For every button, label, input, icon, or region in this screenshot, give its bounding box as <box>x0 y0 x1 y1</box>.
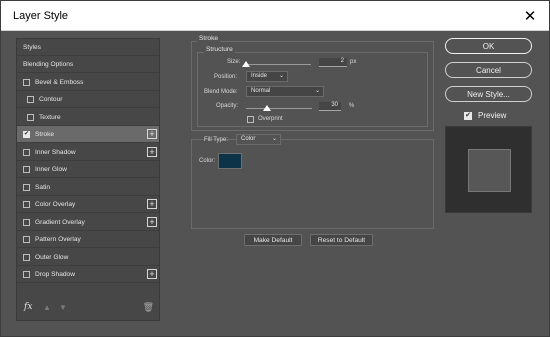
size-input[interactable]: 2 <box>319 58 347 67</box>
reset-default-button[interactable]: Reset to Default <box>310 234 373 246</box>
styles-header[interactable]: Styles <box>17 39 159 56</box>
overprint-checkbox[interactable] <box>247 116 254 123</box>
reset-default-label: Reset to Default <box>317 236 366 244</box>
preview-toggle[interactable]: ✔ Preview <box>464 111 506 120</box>
opacity-slider-track[interactable] <box>246 108 312 109</box>
color-overlay-checkbox[interactable] <box>23 200 30 208</box>
list-item-inner-shadow[interactable]: Inner Shadow + <box>17 144 159 161</box>
opacity-label: Opacity: <box>216 103 239 109</box>
list-item-blending-options[interactable]: Blending Options <box>17 56 159 73</box>
add-inner-shadow-icon[interactable]: + <box>147 147 157 157</box>
list-item-gradient-overlay[interactable]: Gradient Overlay + <box>17 214 159 231</box>
outer-glow-checkbox[interactable] <box>23 253 30 261</box>
color-label: Color: <box>199 158 216 164</box>
list-item-pattern-overlay[interactable]: Pattern Overlay <box>17 231 159 248</box>
inner-shadow-checkbox[interactable] <box>23 148 30 156</box>
styles-list-footer: fx ▲ ▼ 🗑 <box>17 298 159 320</box>
list-item-color-overlay[interactable]: Color Overlay + <box>17 196 159 213</box>
list-item-stroke[interactable]: ✔ Stroke + <box>17 126 159 143</box>
layer-style-dialog: Layer Style ✕ Styles Blending Options Be… <box>0 0 550 337</box>
blend-mode-value: Normal <box>251 88 271 94</box>
size-slider-track[interactable] <box>245 64 311 65</box>
inner-glow-checkbox[interactable] <box>23 165 30 173</box>
size-slider-thumb[interactable] <box>242 61 250 67</box>
add-gradient-overlay-icon[interactable]: + <box>147 217 157 227</box>
title-bar: Layer Style ✕ <box>1 1 549 31</box>
list-item-label: Texture <box>39 113 61 121</box>
position-value: Inside <box>251 73 268 79</box>
contour-checkbox[interactable] <box>27 95 34 103</box>
texture-checkbox[interactable] <box>27 113 34 121</box>
trash-icon[interactable]: 🗑 <box>143 302 154 313</box>
cancel-label: Cancel <box>476 65 501 75</box>
styles-list: Styles Blending Options Bevel & Emboss C… <box>16 38 160 321</box>
new-style-button[interactable]: New Style... <box>445 86 532 102</box>
size-label: Size: <box>227 59 241 65</box>
list-item-label: Drop Shadow <box>35 270 75 278</box>
make-default-label: Make Default <box>253 236 293 244</box>
opacity-input[interactable]: 30 <box>319 102 341 111</box>
size-unit: px <box>350 59 357 65</box>
fill-type-select[interactable]: Color ⌄ <box>236 134 281 145</box>
list-item-contour[interactable]: Contour <box>17 91 159 108</box>
drop-shadow-checkbox[interactable] <box>23 270 30 278</box>
preview-label: Preview <box>478 111 507 120</box>
gradient-overlay-checkbox[interactable] <box>23 218 30 226</box>
list-item-inner-glow[interactable]: Inner Glow <box>17 161 159 178</box>
blend-mode-label: Blend Mode: <box>204 89 238 95</box>
list-item-label: Outer Glow <box>35 253 69 261</box>
satin-checkbox[interactable] <box>23 183 30 191</box>
add-color-overlay-icon[interactable]: + <box>147 199 157 209</box>
chevron-down-icon: ⌄ <box>314 88 320 94</box>
opacity-unit: % <box>349 103 355 109</box>
list-item-label: Satin <box>35 183 51 191</box>
list-item-outer-glow[interactable]: Outer Glow <box>17 249 159 266</box>
move-down-icon[interactable]: ▼ <box>59 303 67 312</box>
stroke-section-title: Stroke <box>197 35 221 42</box>
pattern-overlay-checkbox[interactable] <box>23 235 30 243</box>
list-item-label: Bevel & Emboss <box>35 78 84 86</box>
chevron-down-icon: ⌄ <box>271 136 277 142</box>
fill-type-label: Fill Type: <box>204 137 228 143</box>
overprint-label: Overprint <box>258 116 283 122</box>
structure-title: Structure <box>204 46 235 53</box>
list-item-label: Inner Shadow <box>35 148 76 156</box>
position-select[interactable]: Inside ⌄ <box>246 71 288 82</box>
list-item-texture[interactable]: Texture <box>17 109 159 126</box>
list-item-drop-shadow[interactable]: Drop Shadow + <box>17 266 159 283</box>
dialog-title: Layer Style <box>13 10 69 22</box>
ok-button[interactable]: OK <box>445 38 532 54</box>
fx-icon[interactable]: fx <box>24 302 32 312</box>
add-drop-shadow-icon[interactable]: + <box>147 269 157 279</box>
styles-header-label: Styles <box>23 43 41 51</box>
chevron-down-icon: ⌄ <box>278 73 284 79</box>
fill-type-value: Color <box>241 136 256 142</box>
list-item-label: Gradient Overlay <box>35 218 85 226</box>
list-item-label: Blending Options <box>23 60 74 68</box>
preview-thumbnail <box>445 126 532 213</box>
preview-checkbox[interactable]: ✔ <box>464 111 472 120</box>
cancel-button[interactable]: Cancel <box>445 62 532 78</box>
add-stroke-icon[interactable]: + <box>147 129 157 139</box>
make-default-button[interactable]: Make Default <box>244 234 302 246</box>
stroke-checkbox[interactable]: ✔ <box>23 130 30 138</box>
list-item-label: Inner Glow <box>35 165 67 173</box>
list-item-bevel-emboss[interactable]: Bevel & Emboss <box>17 74 159 91</box>
move-up-icon[interactable]: ▲ <box>43 303 51 312</box>
color-swatch[interactable] <box>218 153 242 169</box>
blend-mode-select[interactable]: Normal ⌄ <box>246 86 324 97</box>
position-label: Position: <box>214 74 238 80</box>
preview-shape <box>468 149 511 192</box>
bevel-emboss-checkbox[interactable] <box>23 78 30 86</box>
list-item-label: Pattern Overlay <box>35 235 81 243</box>
opacity-slider-thumb[interactable] <box>263 105 271 111</box>
list-item-label: Color Overlay <box>35 200 76 208</box>
list-item-label: Stroke <box>35 130 55 138</box>
list-item-satin[interactable]: Satin <box>17 179 159 196</box>
close-icon[interactable]: ✕ <box>511 1 549 31</box>
list-item-label: Contour <box>39 95 63 103</box>
ok-label: OK <box>482 41 495 51</box>
new-style-label: New Style... <box>467 89 510 99</box>
